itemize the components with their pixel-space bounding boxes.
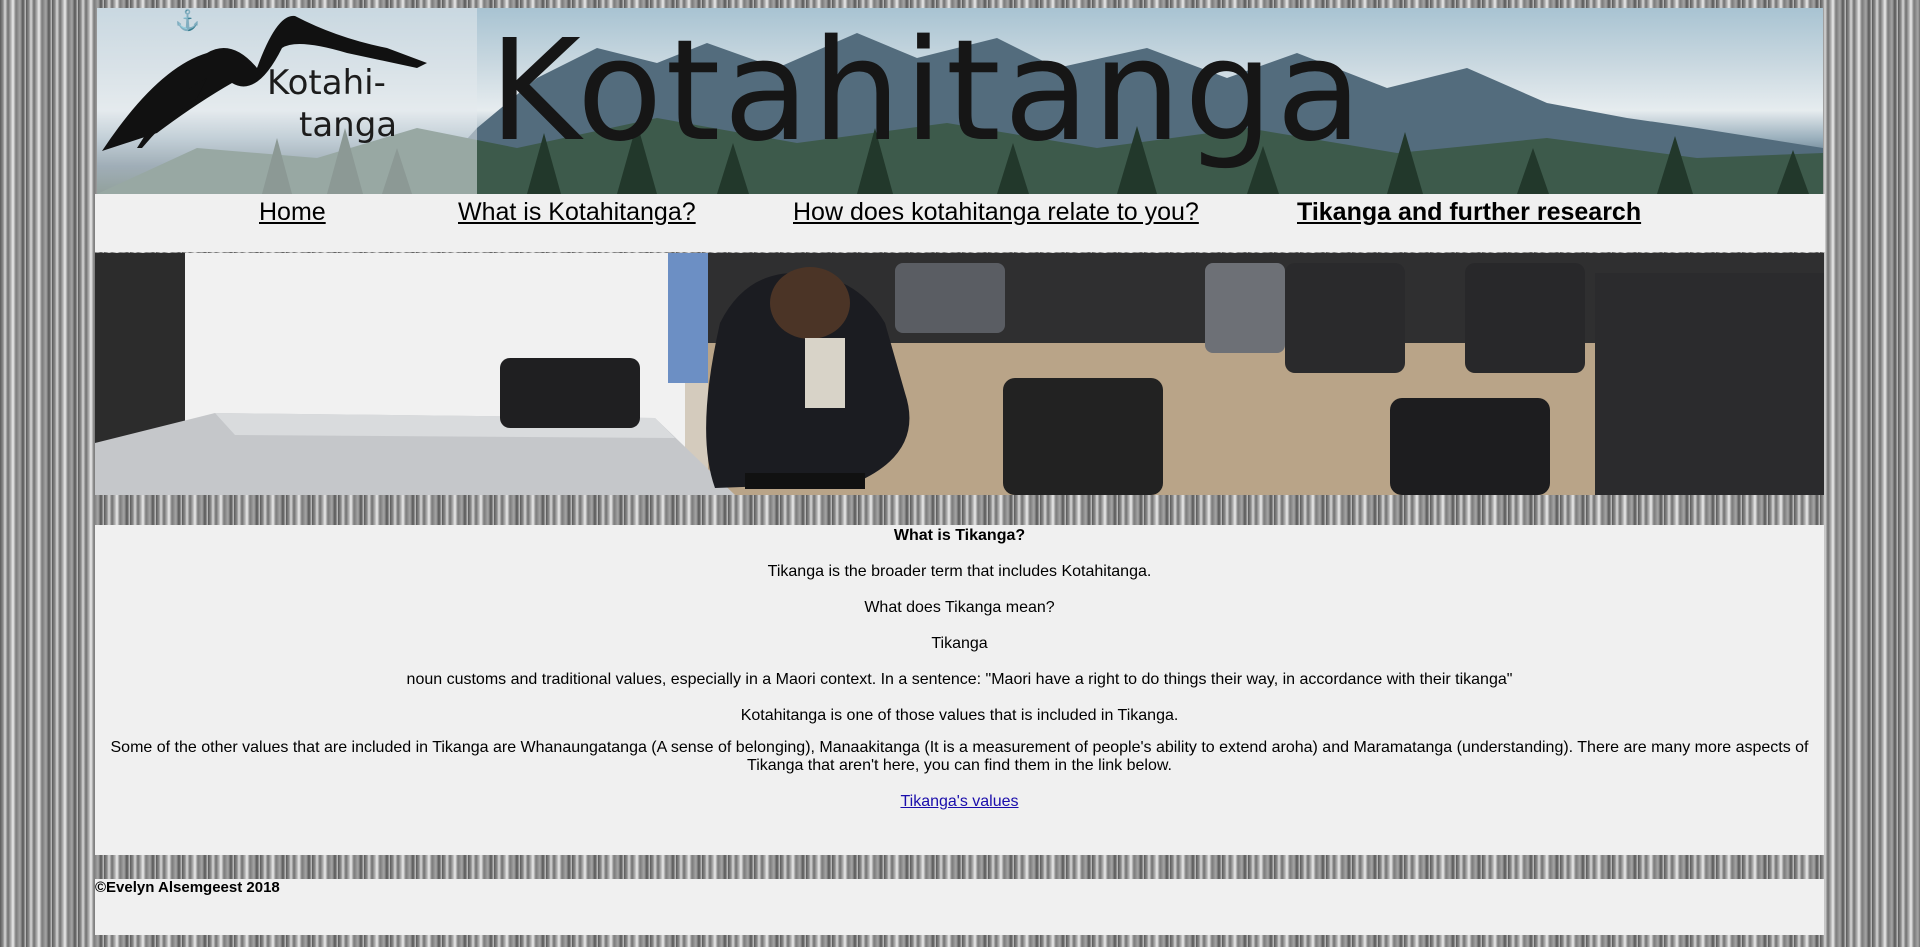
nav-home[interactable]: Home <box>259 198 326 227</box>
footer: ©Evelyn Alsemgeest 2018 <box>95 879 1824 935</box>
content-definition: noun customs and traditional values, esp… <box>406 671 1513 688</box>
nav-what-is-kotahitanga[interactable]: What is Kotahitanga? <box>458 198 696 227</box>
page-container: ⚓ Kotahi- tanga Kotahitanga Home What is… <box>95 0 1825 947</box>
content-values-paragraph: Some of the other values that are includ… <box>110 739 1809 774</box>
content-question: What does Tikanga mean? <box>864 599 1055 616</box>
site-title: Kotahitanga <box>489 10 1365 173</box>
header-banner: ⚓ Kotahi- tanga Kotahitanga <box>97 8 1823 194</box>
nav-relate-to-you[interactable]: How does kotahitanga relate to you? <box>793 198 1199 227</box>
logo-text-line1: Kotahi- <box>267 63 386 103</box>
content-paragraph: Tikanga is the broader term that include… <box>767 563 1152 580</box>
content-heading: What is Tikanga? <box>893 527 1026 544</box>
copyright-text: ©Evelyn Alsemgeest 2018 <box>95 879 280 896</box>
tikanga-values-link[interactable]: Tikanga's values <box>900 793 1018 810</box>
content-section: What is Tikanga? Tikanga is the broader … <box>95 525 1824 855</box>
nav-tikanga-research[interactable]: Tikanga and further research <box>1297 198 1641 227</box>
main-navigation: Home What is Kotahitanga? How does kotah… <box>95 194 1825 252</box>
content-paragraph: Kotahitanga is one of those values that … <box>740 707 1179 724</box>
classroom-photo-image <box>95 253 1824 495</box>
logo-text-line2: tanga <box>299 105 398 145</box>
classroom-photo <box>95 253 1824 495</box>
anchor-icon: ⚓ <box>175 10 200 32</box>
content-term: Tikanga <box>931 635 988 652</box>
